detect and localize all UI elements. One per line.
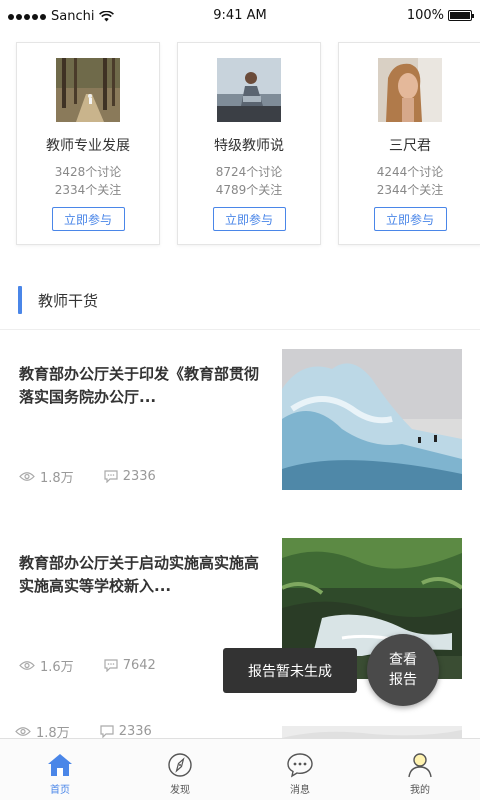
- tab-messages[interactable]: 消息: [240, 739, 360, 800]
- view-count-value: 1.6万: [40, 660, 74, 675]
- user-icon: [408, 753, 432, 778]
- tab-label: 发现: [170, 785, 190, 796]
- chat-bubble-icon: [287, 753, 313, 778]
- article-meta: 1.8万 2336: [19, 467, 156, 486]
- topic-follow-count: 2344个关注: [376, 183, 444, 197]
- comment-icon: [100, 725, 114, 738]
- article-title[interactable]: 教育部办公厅关于印发《教育部贯彻落实国务院办公厅...: [19, 363, 264, 409]
- divider: [0, 329, 480, 330]
- tab-label: 我的: [410, 785, 430, 796]
- comment-count-value: 7642: [122, 658, 156, 673]
- article-meta: 1.6万 7642: [19, 656, 156, 675]
- comment-count: 2336: [104, 469, 156, 484]
- tab-discover[interactable]: 发现: [120, 739, 240, 800]
- view-report-button[interactable]: 查看 报告: [367, 634, 439, 706]
- eye-icon: [15, 727, 31, 736]
- view-report-label-line2: 报告: [389, 672, 417, 688]
- tab-profile[interactable]: 我的: [360, 739, 480, 800]
- tab-label: 首页: [50, 785, 70, 796]
- join-button[interactable]: 立即参与: [51, 207, 125, 231]
- topic-title: 教师专业发展: [46, 138, 130, 154]
- topic-follow-count: 4789个关注: [215, 183, 283, 197]
- view-report-label-line1: 查看: [389, 652, 417, 668]
- topic-discussion-count: 4244个讨论: [376, 165, 444, 179]
- partial-photo: [282, 726, 462, 738]
- view-count-value: 1.8万: [40, 471, 74, 486]
- battery-indicator: 100%: [406, 8, 474, 23]
- topic-title: 特级教师说: [214, 138, 284, 154]
- comment-icon: [104, 659, 118, 672]
- view-count: 1.8万: [19, 467, 74, 486]
- topic-cards: 教师专业发展 3428个讨论 2334个关注 立即参与 特级教师说 8724个讨…: [16, 42, 480, 245]
- status-bar: Sanchi 9:41 AM 100%: [0, 0, 480, 34]
- article-item[interactable]: 教育部办公厅关于印发《教育部贯彻落实国务院办公厅... 1.8万 2336: [0, 349, 480, 491]
- comment-count-value: 2336: [122, 469, 156, 484]
- topic-title: 三尺君: [389, 138, 431, 154]
- comment-count-value: 2336: [118, 724, 152, 738]
- section-header: 教师干货: [18, 286, 98, 314]
- view-count: 1.6万: [19, 656, 74, 675]
- eye-icon: [19, 472, 35, 481]
- toast-message: 报告暂未生成: [223, 648, 357, 693]
- battery-percent: 100%: [406, 8, 444, 23]
- comment-count: 2336: [100, 724, 152, 738]
- topic-card[interactable]: 三尺君 4244个讨论 2344个关注 立即参与: [338, 42, 480, 245]
- topic-card[interactable]: 教师专业发展 3428个讨论 2334个关注 立即参与: [16, 42, 160, 245]
- article-title[interactable]: 教育部办公厅关于启动实施高实施高实施高实等学校新入...: [19, 552, 264, 598]
- view-count-value: 1.8万: [36, 726, 70, 738]
- glacier-penguins-photo: [282, 349, 462, 490]
- comment-count: 7642: [104, 658, 156, 673]
- comment-icon: [104, 470, 118, 483]
- view-count: 1.8万: [15, 724, 70, 738]
- home-icon: [48, 754, 72, 776]
- eye-icon: [19, 661, 35, 670]
- topic-card[interactable]: 特级教师说 8724个讨论 4789个关注 立即参与: [177, 42, 321, 245]
- section-accent-bar: [18, 286, 22, 314]
- article-meta: 1.8万 2336: [15, 724, 152, 738]
- compass-icon: [168, 753, 192, 777]
- join-button[interactable]: 立即参与: [373, 207, 447, 231]
- article-item[interactable]: 1.8万 2336: [0, 724, 480, 738]
- woman-portrait-thumb: [378, 58, 442, 122]
- battery-icon: [448, 10, 474, 21]
- tab-home[interactable]: 首页: [0, 739, 120, 800]
- tab-label: 消息: [290, 785, 310, 796]
- topic-discussion-count: 3428个讨论: [54, 165, 122, 179]
- bottom-tab-bar: 首页 发现 消息 我的: [0, 738, 480, 800]
- topic-discussion-count: 8724个讨论: [215, 165, 283, 179]
- person-on-car-thumb: [217, 58, 281, 122]
- forest-path-thumb: [56, 58, 120, 122]
- section-title: 教师干货: [38, 291, 99, 310]
- join-button[interactable]: 立即参与: [212, 207, 286, 231]
- topic-follow-count: 2334个关注: [54, 183, 122, 197]
